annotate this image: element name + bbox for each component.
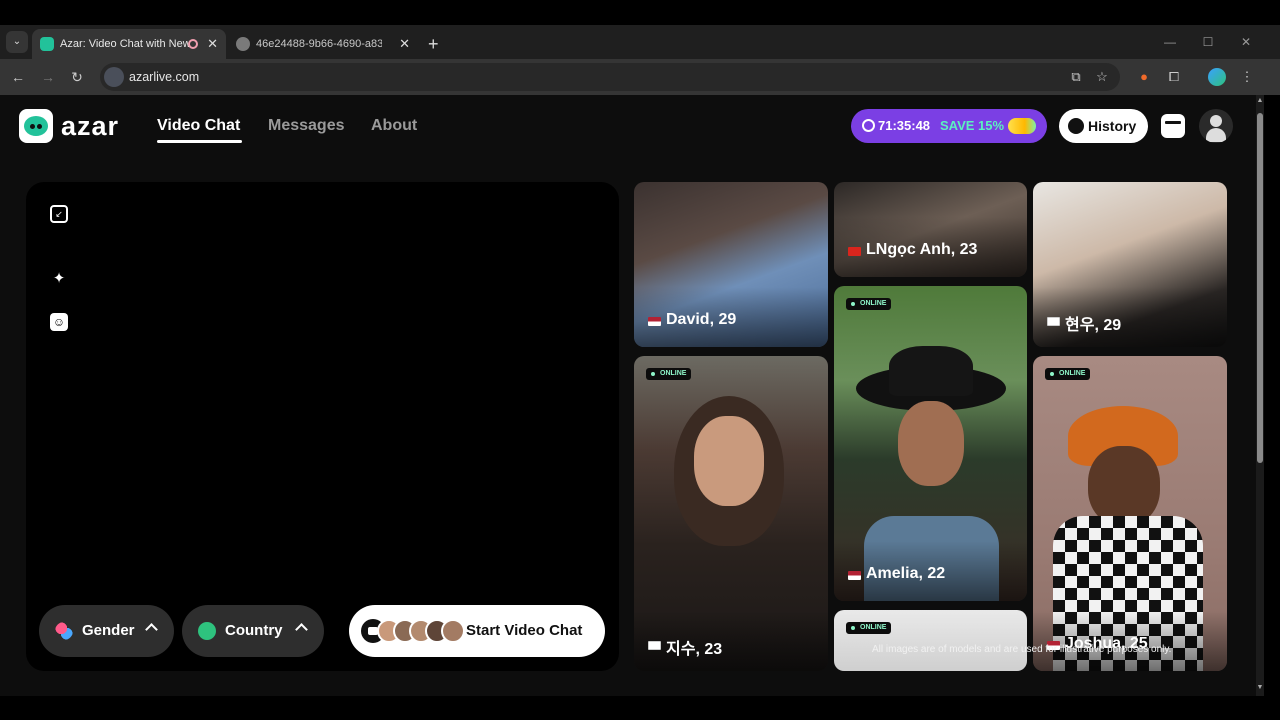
country-filter-button[interactable]: Country	[182, 605, 324, 657]
start-video-chat-label: Start Video Chat	[466, 622, 583, 639]
logo-wordmark[interactable]: azar	[61, 109, 119, 143]
promo-banner-button[interactable]: 71:35:48 SAVE 15%	[851, 109, 1047, 143]
history-clock-icon	[1068, 118, 1084, 134]
browser-menu-icon[interactable]: ⋮	[1235, 65, 1259, 89]
azar-favicon-icon	[40, 37, 54, 51]
tab-second[interactable]: 46e24488-9b66-4690-a834-96 ✕	[228, 29, 418, 59]
azar-logo-icon	[24, 116, 48, 136]
url-text: azarlive.com	[129, 70, 200, 84]
screen-bottom-bar	[0, 696, 1280, 720]
minimize-icon[interactable]: ↙	[50, 205, 68, 223]
address-bar[interactable]: azarlive.com ⧉ ☆	[100, 63, 1120, 91]
store-icon[interactable]	[1161, 114, 1185, 138]
profile-card[interactable]: 현우, 29	[1033, 182, 1227, 347]
profile-name: David, 29	[666, 311, 737, 328]
online-badge: ONLINE	[846, 298, 892, 310]
face-avatar	[441, 619, 465, 643]
start-video-chat-button[interactable]: Start Video Chat	[349, 605, 605, 657]
azar-page: azar Video Chat Messages About 71:35:48 …	[0, 95, 1256, 696]
tab-title: Azar: Video Chat with New	[60, 38, 190, 50]
tab-search-button[interactable]: ⌄	[6, 31, 28, 53]
bookmark-star-icon[interactable]: ☆	[1092, 67, 1112, 87]
nav-about[interactable]: About	[371, 115, 417, 137]
logo-eye-icon	[30, 124, 35, 129]
profile-card[interactable]: ONLINE 지수, 23	[634, 356, 828, 671]
gender-filter-button[interactable]: Gender	[39, 605, 174, 657]
card-shade	[634, 611, 828, 671]
page-scrollbar[interactable]: ▲ ▼	[1256, 95, 1264, 696]
tab-strip: ⌄ Azar: Video Chat with New ✕ 46e24488-9…	[0, 25, 1280, 59]
close-tab-icon[interactable]: ✕	[207, 29, 218, 59]
profile-name: 지수, 23	[666, 641, 723, 658]
globe-icon	[198, 622, 216, 640]
profile-card[interactable]: David, 29	[634, 182, 828, 347]
close-window-icon[interactable]: ✕	[1226, 25, 1266, 59]
recording-icon	[188, 39, 198, 49]
profile-icon[interactable]	[1205, 65, 1229, 89]
new-tab-button[interactable]: +	[428, 29, 439, 59]
us-flag-icon	[848, 571, 861, 580]
maximize-window-icon[interactable]: ☐	[1188, 25, 1228, 59]
install-app-icon[interactable]: ⧉	[1066, 67, 1086, 87]
profile-face	[898, 401, 964, 486]
profile-face	[1088, 446, 1160, 526]
promo-timer: 71:35:48	[878, 118, 931, 133]
profile-hat-crown	[889, 346, 973, 396]
profile-face	[694, 416, 764, 506]
profile-card[interactable]: LNgọc Anh, 23	[834, 182, 1027, 277]
forward-icon[interactable]: →	[36, 65, 60, 89]
vn-flag-icon	[848, 247, 861, 256]
history-button[interactable]: History	[1059, 109, 1148, 143]
online-badge: ONLINE	[646, 368, 692, 380]
close-tab-icon[interactable]: ✕	[399, 29, 410, 59]
extensions-puzzle-icon[interactable]: ⧠	[1162, 65, 1186, 89]
extension-icon[interactable]: ●	[1132, 65, 1156, 89]
address-toolbar: ← → ↻ azarlive.com ⧉ ☆ ● ⧠ ⋮	[0, 59, 1280, 95]
profile-name: Amelia, 22	[866, 565, 946, 582]
scroll-up-icon[interactable]: ▲	[1256, 97, 1264, 107]
scroll-down-icon[interactable]: ▼	[1256, 684, 1264, 694]
disclaimer-text: All images are of models and are used fo…	[872, 644, 1172, 655]
gender-icon	[55, 622, 73, 640]
avatar-head-icon	[1210, 115, 1222, 127]
chevron-up-icon	[295, 623, 308, 636]
profile-card[interactable]: ONLINE Joshua, 25	[1033, 356, 1227, 671]
gems-icon	[1008, 118, 1036, 134]
magic-wand-icon[interactable]: ✦	[50, 270, 68, 288]
online-badge: ONLINE	[846, 622, 892, 634]
scroll-thumb[interactable]	[1257, 113, 1263, 463]
user-avatar[interactable]	[1199, 109, 1233, 143]
back-icon[interactable]: ←	[6, 65, 30, 89]
clock-icon	[862, 119, 875, 132]
country-label: Country	[225, 622, 283, 639]
kr-flag-icon	[648, 641, 661, 650]
tab-azar[interactable]: Azar: Video Chat with New ✕	[32, 29, 226, 59]
nav-video-chat[interactable]: Video Chat	[157, 115, 240, 137]
globe-icon	[236, 37, 250, 51]
azar-logo[interactable]	[19, 109, 53, 143]
chevron-up-icon	[145, 623, 158, 636]
site-info-icon[interactable]	[104, 67, 124, 87]
profile-name: 현우, 29	[1065, 317, 1122, 334]
kr-flag-icon	[1047, 317, 1060, 326]
nav-messages[interactable]: Messages	[268, 115, 345, 137]
tab-title: 46e24488-9b66-4690-a834-96	[256, 38, 382, 50]
profile-name: LNgọc Anh, 23	[866, 241, 978, 258]
avatar-body-icon	[1206, 128, 1226, 142]
video-preview-panel: ↙ ✦ ☺	[26, 182, 619, 671]
profile-card[interactable]: ONLINE Amelia, 22	[834, 286, 1027, 601]
logo-eye-icon	[37, 124, 42, 129]
gender-label: Gender	[82, 622, 135, 639]
nav-active-underline	[157, 140, 242, 143]
online-badge: ONLINE	[1045, 368, 1091, 380]
promo-discount: SAVE 15%	[940, 118, 1005, 133]
profile-card[interactable]: ONLINE	[834, 610, 1027, 671]
minimize-window-icon[interactable]: —	[1150, 25, 1190, 59]
reload-icon[interactable]: ↻	[65, 65, 89, 89]
face-filter-icon[interactable]: ☺	[50, 313, 68, 331]
us-flag-icon	[648, 317, 661, 326]
screen-top-bar	[0, 0, 1280, 25]
history-label: History	[1088, 118, 1137, 134]
card-shade	[1033, 287, 1227, 347]
